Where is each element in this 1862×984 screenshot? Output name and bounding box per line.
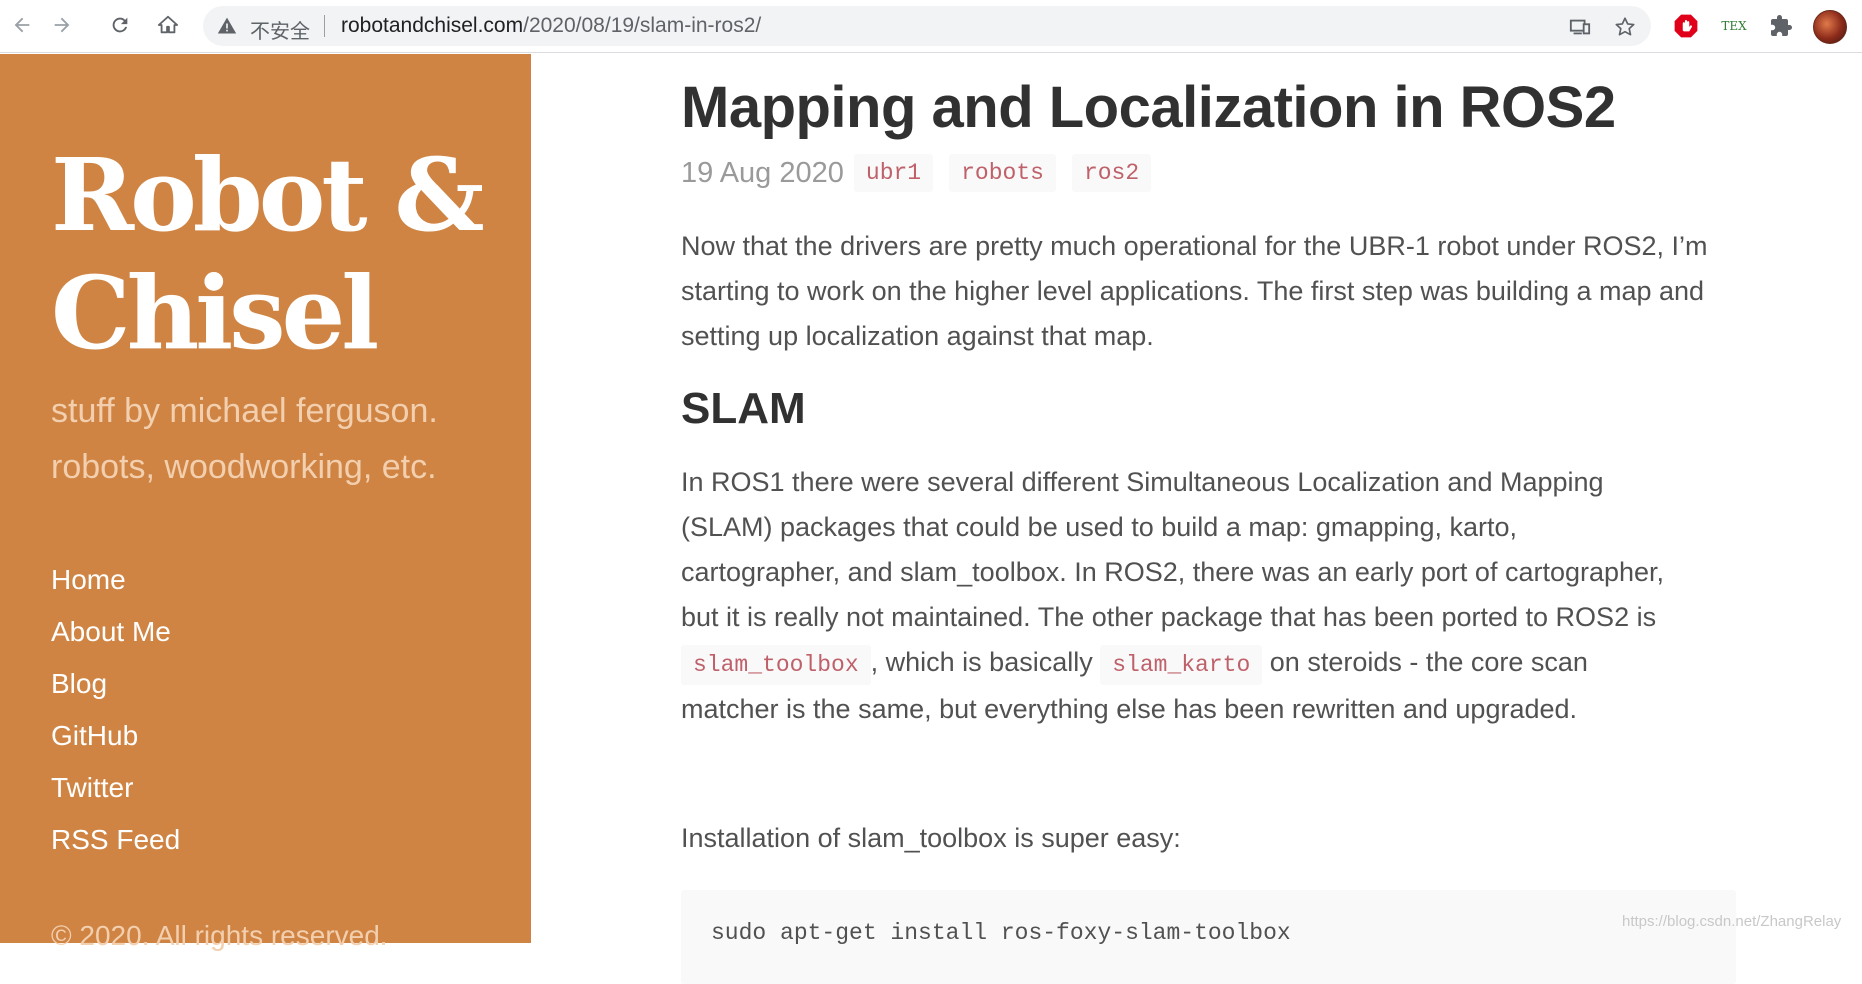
address-bar[interactable]: 不安全 robotandchisel.com/2020/08/19/slam-i…: [203, 6, 1651, 46]
puzzle-icon: [1771, 15, 1792, 36]
tag-robots[interactable]: robots: [949, 154, 1056, 192]
slam-line-5: slam_toolbox, which is basically slam_ka…: [681, 640, 1736, 687]
bookmark-button[interactable]: [1613, 15, 1637, 39]
watermark: https://blog.csdn.net/ZhangRelay: [1622, 913, 1842, 930]
sidebar-item-twitter[interactable]: Twitter: [51, 762, 180, 814]
code-slam-toolbox: slam_toolbox: [681, 645, 871, 685]
browser-toolbar: 不安全 robotandchisel.com/2020/08/19/slam-i…: [0, 0, 1862, 53]
back-button[interactable]: [7, 10, 37, 40]
star-icon: [1615, 17, 1635, 36]
url-host: robotandchisel.com: [341, 14, 524, 37]
sidebar: Robot & Chisel stuff by michael ferguson…: [0, 54, 531, 951]
profile-avatar[interactable]: [1813, 10, 1847, 44]
slam-line-6: matcher is the same, but everything else…: [681, 694, 1578, 724]
post-meta: 19 Aug 2020 ubr1 robots ros2: [681, 154, 1167, 192]
slam-line-4: but it is really not maintained. The oth…: [681, 602, 1657, 632]
site-title[interactable]: Robot & Chisel: [51, 136, 511, 372]
back-arrow-icon: [14, 17, 30, 33]
cast-icon: [1569, 19, 1591, 35]
intro-paragraph: Now that the drivers are pretty much ope…: [681, 231, 1708, 351]
address-divider: [324, 15, 325, 37]
adblock-extension[interactable]: [1672, 12, 1700, 40]
reload-icon: [112, 17, 128, 33]
sidebar-item-about-me[interactable]: About Me: [51, 606, 180, 658]
sidebar-item-home[interactable]: Home: [51, 554, 180, 606]
cast-button[interactable]: [1568, 15, 1592, 39]
code-slam-karto: slam_karto: [1100, 645, 1263, 685]
home-button[interactable]: [153, 10, 183, 40]
sidebar-item-github[interactable]: GitHub: [51, 710, 180, 762]
install-code-block: sudo apt-get install ros-foxy-slam-toolb…: [681, 890, 1736, 984]
slam-line-3: cartographer, and slam_toolbox. In ROS2,…: [681, 557, 1665, 587]
slam-line-1: In ROS1 there were several different Sim…: [681, 467, 1604, 497]
tex-icon: TEX: [1721, 19, 1747, 33]
post-title: Mapping and Localization in ROS2: [681, 75, 1616, 140]
home-icon: [157, 15, 179, 34]
sidebar-item-rss-feed[interactable]: RSS Feed: [51, 814, 180, 866]
security-label[interactable]: 不安全: [250, 15, 310, 44]
tex-extension[interactable]: TEX: [1720, 12, 1748, 40]
tag-ros2[interactable]: ros2: [1071, 154, 1152, 192]
sidebar-nav: Home About Me Blog GitHub Twitter RSS Fe…: [51, 554, 180, 866]
tag-ubr1[interactable]: ubr1: [853, 154, 934, 192]
url-text[interactable]: robotandchisel.com/2020/08/19/slam-in-ro…: [341, 14, 761, 38]
sidebar-item-blog[interactable]: Blog: [51, 658, 180, 710]
site-lead: stuff by michael ferguson. robots, woodw…: [51, 392, 438, 486]
slam-heading: SLAM: [681, 384, 806, 433]
warning-icon[interactable]: [217, 16, 237, 36]
install-paragraph: Installation of slam_toolbox is super ea…: [681, 823, 1181, 853]
post-date: 19 Aug 2020: [681, 156, 844, 189]
slam-paragraph: In ROS1 there were several different Sim…: [681, 460, 1736, 732]
forward-arrow-icon: [54, 17, 70, 33]
reload-button[interactable]: [105, 10, 135, 40]
slam-line-2: (SLAM) packages that could be used to bu…: [681, 512, 1517, 542]
url-path: /2020/08/19/slam-in-ros2/: [523, 14, 762, 37]
forward-button[interactable]: [47, 10, 77, 40]
copyright: © 2020. All rights reserved.: [51, 920, 388, 951]
extensions-button[interactable]: [1767, 12, 1795, 40]
slam-text-5a: , which is basically: [870, 647, 1093, 677]
slam-text-5b: on steroids - the core scan: [1269, 647, 1588, 677]
stop-sign-icon: [1674, 14, 1698, 38]
